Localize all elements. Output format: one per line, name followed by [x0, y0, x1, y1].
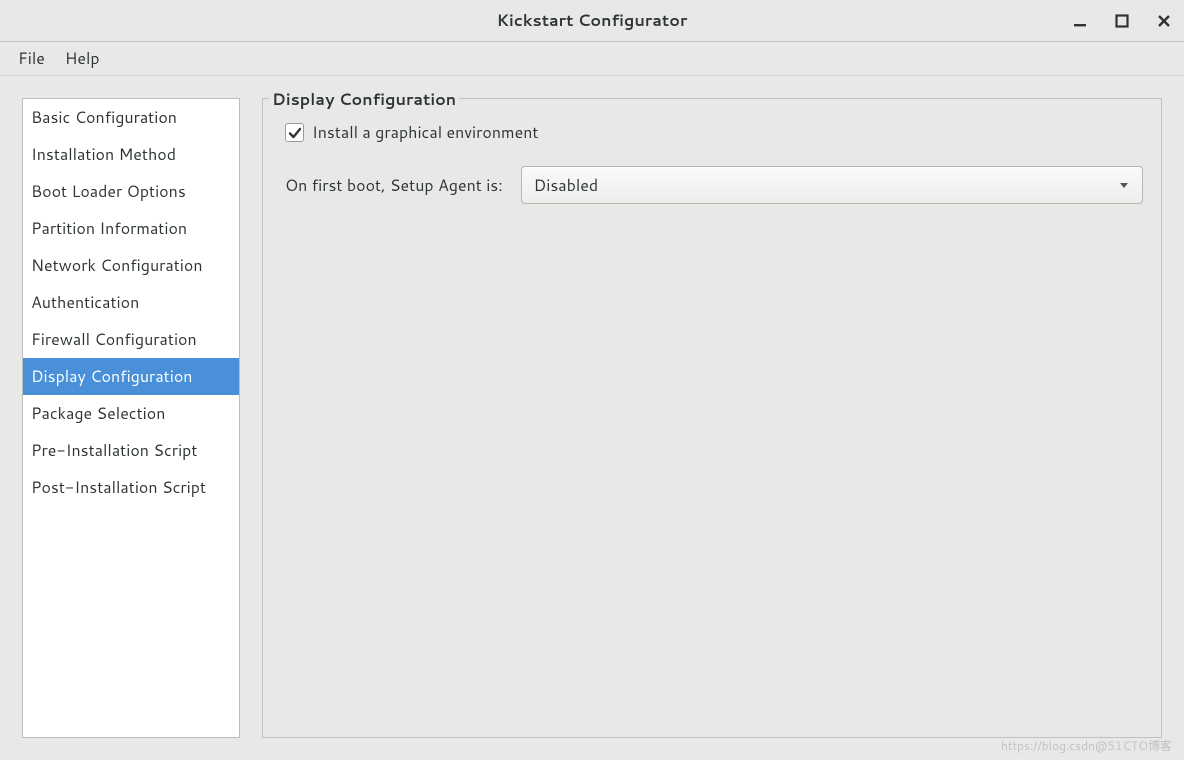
setup-agent-combo[interactable]: Disabled	[521, 166, 1143, 204]
maximize-button[interactable]	[1110, 9, 1134, 33]
install-graphical-checkbox[interactable]	[285, 123, 304, 142]
menu-help[interactable]: Help	[55, 43, 110, 74]
sidebar-item-installation-method[interactable]: Installation Method	[23, 136, 239, 173]
setup-agent-label: On first boot, Setup Agent is:	[285, 174, 503, 197]
sidebar-item-basic-configuration[interactable]: Basic Configuration	[23, 99, 239, 136]
menu-file[interactable]: File	[8, 43, 55, 74]
close-icon	[1157, 14, 1171, 28]
sidebar-item-pre-installation-script[interactable]: Pre-Installation Script	[23, 432, 239, 469]
maximize-icon	[1115, 14, 1129, 28]
sidebar-item-partition-information[interactable]: Partition Information	[23, 210, 239, 247]
sidebar-item-firewall-configuration[interactable]: Firewall Configuration	[23, 321, 239, 358]
sidebar: Basic Configuration Installation Method …	[22, 98, 240, 738]
sidebar-item-post-installation-script[interactable]: Post-Installation Script	[23, 469, 239, 506]
sidebar-item-authentication[interactable]: Authentication	[23, 284, 239, 321]
display-configuration-group: Display Configuration Install a graphica…	[262, 98, 1162, 738]
window-title: Kickstart Configurator	[497, 9, 688, 32]
setup-agent-value: Disabled	[534, 174, 598, 197]
content-wrapper: Basic Configuration Installation Method …	[0, 76, 1184, 760]
minimize-button[interactable]	[1068, 9, 1092, 33]
sidebar-item-package-selection[interactable]: Package Selection	[23, 395, 239, 432]
group-title: Display Configuration	[269, 88, 459, 111]
install-graphical-row: Install a graphical environment	[285, 121, 1143, 144]
setup-agent-row: On first boot, Setup Agent is: Disabled	[285, 166, 1143, 204]
titlebar: Kickstart Configurator	[0, 0, 1184, 42]
sidebar-item-display-configuration[interactable]: Display Configuration	[23, 358, 239, 395]
main-panel: Display Configuration Install a graphica…	[262, 98, 1162, 738]
sidebar-item-boot-loader-options[interactable]: Boot Loader Options	[23, 173, 239, 210]
checkmark-icon	[288, 126, 302, 140]
menubar: File Help	[0, 42, 1184, 76]
close-button[interactable]	[1152, 9, 1176, 33]
sidebar-item-network-configuration[interactable]: Network Configuration	[23, 247, 239, 284]
window-controls	[1068, 0, 1176, 41]
install-graphical-label: Install a graphical environment	[312, 121, 538, 144]
minimize-icon	[1073, 14, 1087, 28]
chevron-down-icon	[1118, 174, 1130, 197]
